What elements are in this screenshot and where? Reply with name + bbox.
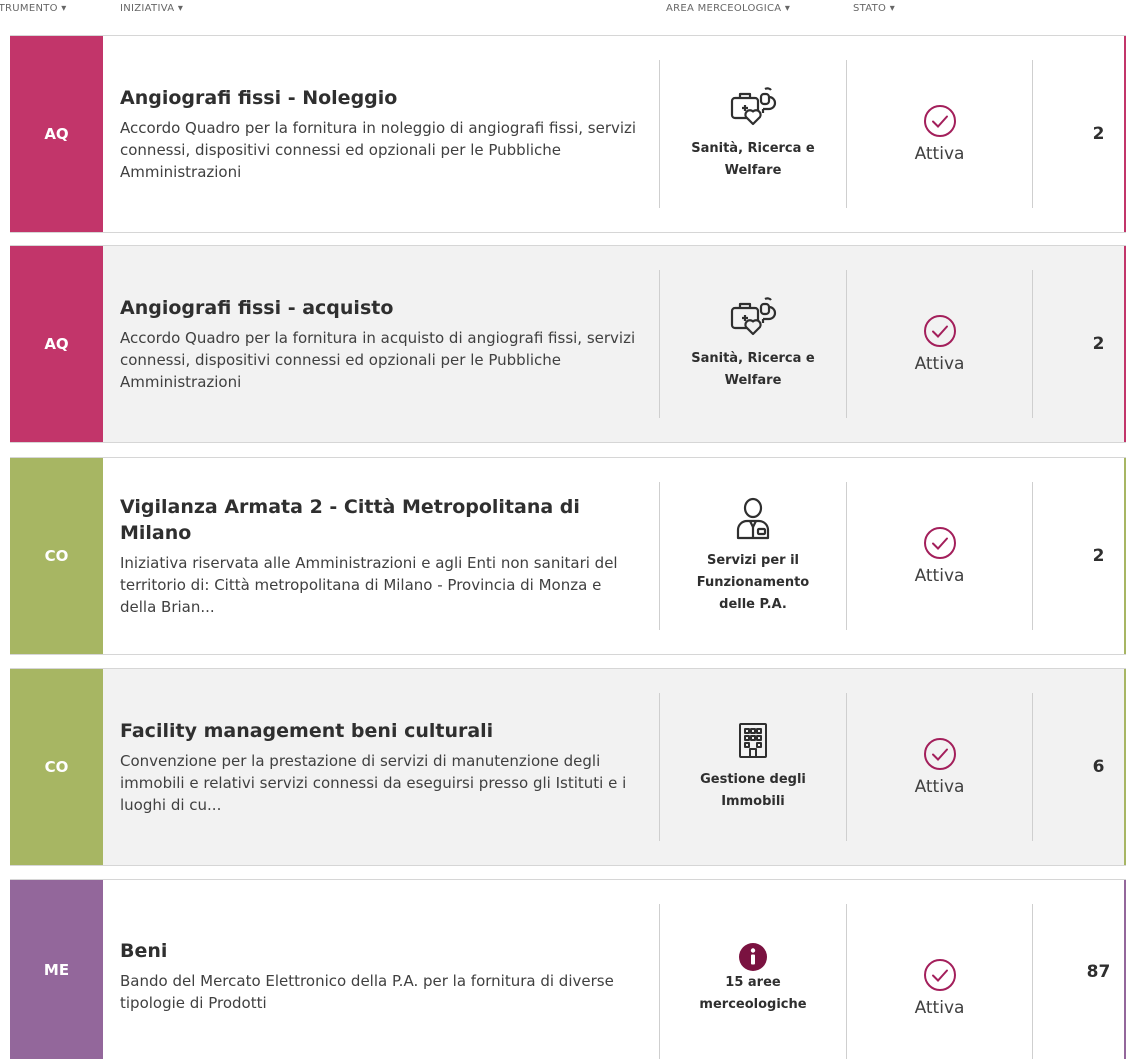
area-label: Gestione degli Immobili bbox=[700, 772, 806, 809]
info-icon[interactable] bbox=[738, 942, 768, 972]
lotti-count: 2 bbox=[1032, 60, 1124, 208]
table-row[interactable]: CO Facility management beni culturali Co… bbox=[10, 668, 1126, 866]
column-header-stato[interactable]: STATO ▾ bbox=[853, 3, 895, 14]
row-right-edge bbox=[1124, 36, 1126, 232]
strumento-badge: AQ bbox=[10, 36, 103, 232]
iniziativa-cell: Angiografi fissi - acquisto Accordo Quad… bbox=[103, 246, 659, 442]
stato-cell: Attiva bbox=[846, 482, 1032, 630]
row-title[interactable]: Angiografi fissi - Noleggio bbox=[120, 85, 641, 111]
stato-cell: Attiva bbox=[846, 60, 1032, 208]
medical-kit-heart-icon bbox=[729, 86, 777, 130]
row-title[interactable]: Angiografi fissi - acquisto bbox=[120, 295, 641, 321]
lotti-count: 2 bbox=[1032, 270, 1124, 418]
row-description: Accordo Quadro per la fornitura in acqui… bbox=[120, 329, 636, 391]
check-circle-icon bbox=[923, 315, 956, 347]
area-label: Sanità, Ricerca e Welfare bbox=[691, 141, 815, 178]
area-cell: Gestione degli Immobili bbox=[659, 693, 846, 841]
iniziativa-cell: Facility management beni culturali Conve… bbox=[103, 669, 659, 865]
status-label: Attiva bbox=[914, 777, 965, 797]
row-description: Convenzione per la prestazione di serviz… bbox=[120, 752, 627, 814]
row-description: Iniziativa riservata alle Amministrazion… bbox=[120, 554, 618, 616]
area-cell: 15 aree merceologiche bbox=[659, 904, 846, 1059]
row-description: Bando del Mercato Elettronico della P.A.… bbox=[120, 972, 614, 1012]
table-row[interactable]: ME Beni Bando del Mercato Elettronico de… bbox=[10, 879, 1126, 1059]
lotti-count: 2 bbox=[1032, 482, 1124, 630]
row-description: Accordo Quadro per la fornitura in noleg… bbox=[120, 119, 637, 181]
stato-cell: Attiva bbox=[846, 904, 1032, 1059]
row-title[interactable]: Beni bbox=[120, 938, 641, 964]
strumento-badge: AQ bbox=[10, 246, 103, 442]
status-label: Attiva bbox=[914, 998, 965, 1018]
strumento-badge: CO bbox=[10, 458, 103, 654]
table-row[interactable]: AQ Angiografi fissi - Noleggio Accordo Q… bbox=[10, 35, 1126, 233]
iniziativa-cell: Beni Bando del Mercato Elettronico della… bbox=[103, 880, 659, 1059]
stato-cell: Attiva bbox=[846, 270, 1032, 418]
iniziativa-cell: Vigilanza Armata 2 - Città Metropolitana… bbox=[103, 458, 659, 654]
stato-cell: Attiva bbox=[846, 693, 1032, 841]
strumento-badge: ME bbox=[10, 880, 103, 1059]
area-cell: Servizi per il Funzionamento delle P.A. bbox=[659, 482, 846, 630]
check-circle-icon bbox=[923, 738, 956, 770]
iniziativa-cell: Angiografi fissi - Noleggio Accordo Quad… bbox=[103, 36, 659, 232]
row-right-edge bbox=[1124, 880, 1126, 1059]
table-row[interactable]: AQ Angiografi fissi - acquisto Accordo Q… bbox=[10, 245, 1126, 443]
area-label: Servizi per il Funzionamento delle P.A. bbox=[696, 553, 810, 612]
check-circle-icon bbox=[923, 959, 956, 991]
row-right-edge bbox=[1124, 669, 1126, 865]
area-cell: Sanità, Ricerca e Welfare bbox=[659, 270, 846, 418]
row-title[interactable]: Facility management beni culturali bbox=[120, 718, 641, 744]
column-header-iniziativa[interactable]: INIZIATIVA ▾ bbox=[120, 3, 183, 14]
table-row[interactable]: CO Vigilanza Armata 2 - Città Metropolit… bbox=[10, 457, 1126, 655]
status-label: Attiva bbox=[914, 354, 965, 374]
lotti-count: 87 bbox=[1032, 904, 1124, 1059]
status-label: Attiva bbox=[914, 566, 965, 586]
area-label: Sanità, Ricerca e Welfare bbox=[691, 351, 815, 388]
strumento-badge: CO bbox=[10, 669, 103, 865]
column-header-strumento[interactable]: STRUMENTO ▾ bbox=[0, 3, 67, 14]
table-header: STRUMENTO ▾ INIZIATIVA ▾ AREA MERCEOLOGI… bbox=[0, 0, 1127, 22]
building-icon bbox=[735, 721, 771, 761]
column-header-area[interactable]: AREA MERCEOLOGICA ▾ bbox=[666, 3, 790, 14]
status-label: Attiva bbox=[914, 144, 965, 164]
lotti-count: 6 bbox=[1032, 693, 1124, 841]
area-cell: Sanità, Ricerca e Welfare bbox=[659, 60, 846, 208]
medical-kit-heart-icon bbox=[729, 296, 777, 340]
person-badge-icon bbox=[731, 496, 775, 542]
row-title[interactable]: Vigilanza Armata 2 - Città Metropolitana… bbox=[120, 494, 641, 546]
check-circle-icon bbox=[923, 105, 956, 137]
row-right-edge bbox=[1124, 246, 1126, 442]
check-circle-icon bbox=[923, 527, 956, 559]
row-right-edge bbox=[1124, 458, 1126, 654]
area-label: 15 aree merceologiche bbox=[699, 975, 807, 1012]
